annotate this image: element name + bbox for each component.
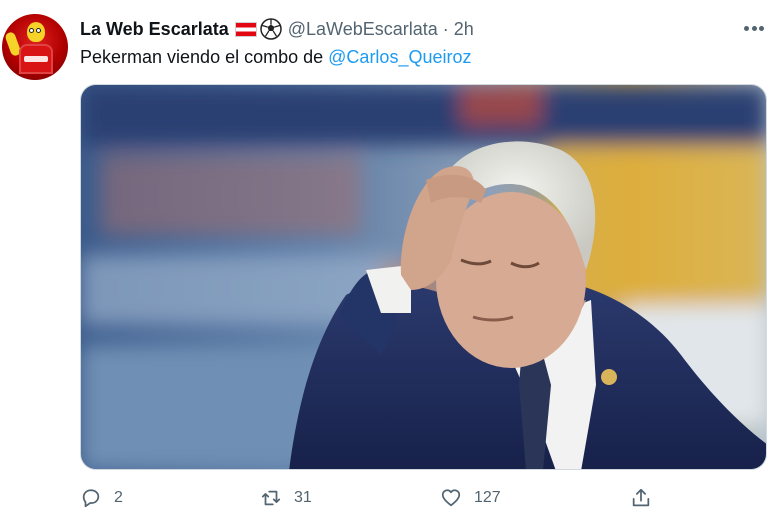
avatar-figure-eye	[29, 28, 34, 33]
reply-button[interactable]: 2	[80, 484, 123, 512]
more-dot	[744, 25, 749, 31]
more-options-icon[interactable]	[741, 19, 767, 37]
like-button[interactable]: 127	[440, 484, 501, 512]
tweet-photo[interactable]	[80, 84, 767, 470]
tweet-text-body: Pekerman viendo el combo de	[80, 47, 329, 67]
tweet-text: Pekerman viendo el combo de @Carlos_Quei…	[80, 47, 471, 68]
avatar-figure-shirt	[24, 56, 48, 62]
share-icon	[632, 488, 650, 507]
photo-image	[81, 85, 766, 469]
like-count: 127	[474, 489, 501, 506]
user-handle[interactable]: @LaWebEscarlata	[288, 19, 438, 40]
retweet-icon	[261, 490, 281, 506]
austria-flag-icon	[234, 21, 257, 37]
timestamp[interactable]: 2h	[454, 19, 474, 40]
more-dot	[751, 25, 757, 31]
retweet-count: 31	[294, 489, 312, 506]
tweet-card[interactable]: La Web Escarlata @LaWebEscarlata · 2h Pe…	[0, 0, 780, 521]
tweet-actions: 2 31 127	[80, 484, 680, 512]
reply-icon	[82, 489, 100, 508]
avatar[interactable]	[2, 14, 68, 80]
soccer-ball-icon	[260, 18, 282, 40]
more-dot	[759, 25, 764, 31]
retweet-button[interactable]: 31	[260, 484, 312, 512]
tweet-header: La Web Escarlata @LaWebEscarlata · 2h	[80, 17, 474, 41]
heart-icon	[441, 489, 461, 507]
share-button[interactable]	[630, 484, 652, 512]
display-name[interactable]: La Web Escarlata	[80, 19, 229, 40]
avatar-figure-eye	[36, 28, 41, 33]
mention-link[interactable]: @Carlos_Queiroz	[328, 47, 471, 67]
separator-dot: ·	[442, 18, 449, 39]
reply-count: 2	[114, 489, 123, 506]
